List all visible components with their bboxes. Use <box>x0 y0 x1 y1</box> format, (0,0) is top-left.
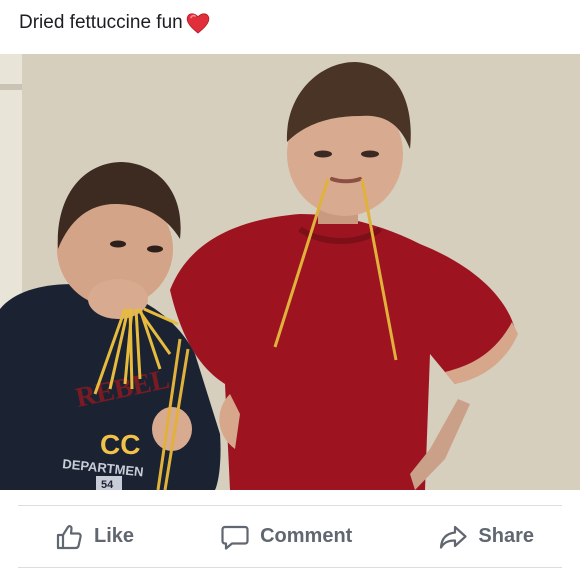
share-arrow-icon <box>438 522 468 552</box>
like-button[interactable]: Like <box>54 522 134 552</box>
post-actions-bar: Like Comment Share <box>18 506 562 567</box>
like-label: Like <box>94 525 135 547</box>
comment-label: Comment <box>260 525 353 547</box>
shirt-print-cc: CC <box>100 429 140 460</box>
heart-emoji-icon <box>185 10 211 36</box>
share-label: Share <box>478 525 534 547</box>
speech-bubble-icon <box>220 522 250 552</box>
post-text: Dried fettuccine fun <box>19 8 211 38</box>
shirt-print-number: 54 <box>101 479 114 490</box>
share-button[interactable]: Share <box>438 522 534 552</box>
actions-divider-bottom <box>18 567 562 568</box>
photo-illustration: REBEL CC DEPARTMEN 54 <box>0 54 580 490</box>
post-caption: Dried fettuccine fun <box>19 12 183 33</box>
post-photo[interactable]: REBEL CC DEPARTMEN 54 <box>0 54 580 490</box>
thumbs-up-icon <box>54 522 84 552</box>
comment-button[interactable]: Comment <box>220 522 352 552</box>
